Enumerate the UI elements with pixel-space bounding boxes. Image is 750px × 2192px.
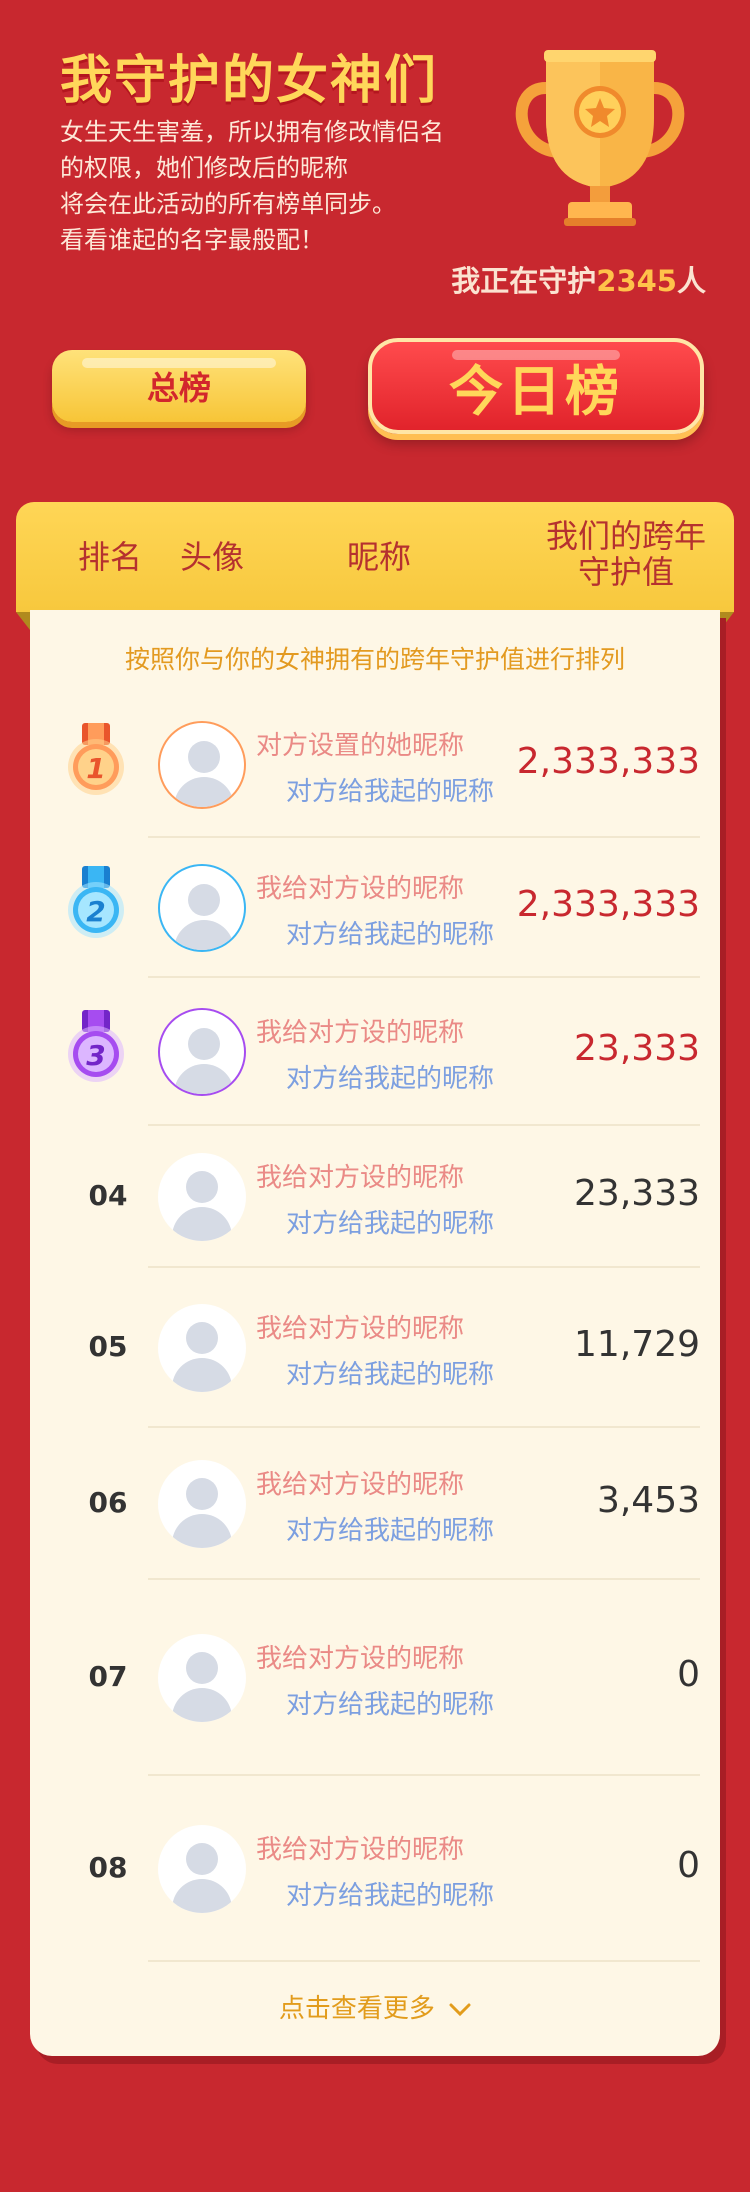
guard-count: 我正在守护2345人 [451,264,706,298]
ranking-row[interactable]: 08 我给对方设的昵称 对方给我起的昵称 0 [30,1776,720,1962]
guard-value: 11,729 [574,1324,700,1365]
description-line: 女生天生害羞，所以拥有修改情侣名 [60,118,444,146]
page-description: 女生天生害羞，所以拥有修改情侣名 的权限，她们修改后的昵称 将会在此活动的所有榜… [60,114,480,258]
partner-nickname: 我给对方设的昵称 [256,1470,465,1500]
trophy-icon [515,50,685,226]
page-title: 我守护的女神们 [60,51,439,111]
avatar[interactable] [158,1460,246,1548]
avatar[interactable] [158,1825,246,1913]
avatar[interactable] [158,864,246,952]
ranking-row[interactable]: 2 我给对方设的昵称 对方给我起的昵称 2,333,333 [30,838,720,978]
rank-number: 05 [88,1330,128,1363]
avatar[interactable] [158,1304,246,1392]
my-alias: 对方给我起的昵称 [286,1360,495,1390]
avatar[interactable] [158,1634,246,1722]
ranking-row[interactable]: 06 我给对方设的昵称 对方给我起的昵称 3,453 [30,1428,720,1580]
my-alias: 对方给我起的昵称 [286,1209,495,1239]
guard-value: 3,453 [596,1480,700,1521]
description-line: 的权限，她们修改后的昵称 [60,154,348,182]
guard-count-number: 2345 [596,264,677,298]
column-value: 我们的跨年 守护值 [545,517,706,591]
ranking-row[interactable]: 04 我给对方设的昵称 对方给我起的昵称 23,333 [30,1126,720,1268]
svg-text:1: 1 [86,752,105,785]
avatar[interactable] [158,1008,246,1096]
ranking-row[interactable]: 3 我给对方设的昵称 对方给我起的昵称 23,333 [30,978,720,1126]
guard-value: 2,333,333 [516,884,700,925]
rank-medal-icon: 3 [68,1010,124,1082]
column-nickname: 昵称 [346,538,411,576]
tab-total-ranking[interactable]: 总榜 [52,350,306,422]
ranking-row[interactable]: 07 我给对方设的昵称 对方给我起的昵称 0 [30,1580,720,1776]
avatar[interactable] [158,1153,246,1241]
partner-nickname: 我给对方设的昵称 [256,1163,465,1193]
my-alias: 对方给我起的昵称 [286,1881,495,1911]
my-alias: 对方给我起的昵称 [286,1064,495,1094]
header: 我守护的女神们 女生天生害羞，所以拥有修改情侣名 的权限，她们修改后的昵称 将会… [0,0,750,330]
rank-medal-icon: 1 [68,723,124,795]
ribbon-fold-right [720,612,734,630]
guard-value: 2,333,333 [516,741,700,782]
my-alias: 对方给我起的昵称 [286,1690,495,1720]
ranking-row[interactable]: 1 对方设置的她昵称 对方给我起的昵称 2,333,333 [30,692,720,838]
svg-text:2: 2 [86,895,105,928]
view-more-button[interactable]: 点击查看更多 [30,1988,720,2025]
ribbon-fold-left [16,612,30,630]
guard-value: 23,333 [574,1173,700,1214]
avatar[interactable] [158,721,246,809]
description-line: 看看谁起的名字最般配！ [60,226,324,254]
row-divider [148,1960,700,1962]
partner-nickname: 我给对方设的昵称 [256,1644,465,1674]
ranking-board: 按照你与你的女神拥有的跨年守护值进行排列 1 对方设置的她昵称 对方给我起的昵称… [30,610,720,2056]
rank-number: 04 [88,1179,128,1212]
column-avatar: 头像 [179,538,244,576]
guard-value: 0 [677,1654,700,1695]
rank-number: 08 [88,1851,128,1884]
partner-nickname: 对方设置的她昵称 [256,731,465,761]
guard-value: 23,333 [574,1028,700,1069]
partner-nickname: 我给对方设的昵称 [256,874,465,904]
svg-text:3: 3 [86,1039,105,1072]
tab-today-ranking[interactable]: 今日榜 [368,338,704,434]
my-alias: 对方给我起的昵称 [286,777,495,807]
my-alias: 对方给我起的昵称 [286,920,495,950]
ranking-table-header: 排名 头像 昵称 我们的跨年 守护值 [16,502,734,612]
partner-nickname: 我给对方设的昵称 [256,1314,465,1344]
my-alias: 对方给我起的昵称 [286,1516,495,1546]
partner-nickname: 我给对方设的昵称 [256,1835,465,1865]
rank-medal-icon: 2 [68,866,124,938]
ranking-row[interactable]: 05 我给对方设的昵称 对方给我起的昵称 11,729 [30,1268,720,1428]
rank-number: 07 [88,1660,128,1693]
guard-value: 0 [677,1845,700,1886]
rank-number: 06 [88,1486,128,1519]
chevron-down-icon [449,2003,471,2016]
partner-nickname: 我给对方设的昵称 [256,1018,465,1048]
description-line: 将会在此活动的所有榜单同步。 [60,190,396,218]
column-rank: 排名 [77,538,142,576]
ranking-subtitle: 按照你与你的女神拥有的跨年守护值进行排列 [124,645,625,674]
